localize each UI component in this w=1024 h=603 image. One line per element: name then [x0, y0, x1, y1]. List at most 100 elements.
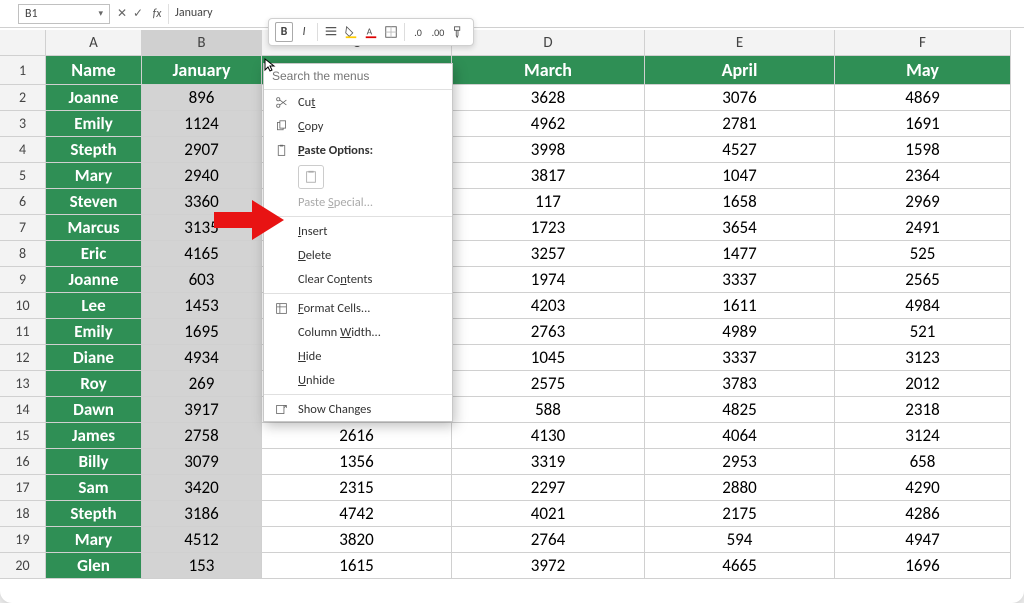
- name-cell[interactable]: Emily: [46, 319, 142, 345]
- row-header[interactable]: 19: [0, 527, 46, 553]
- menu-item-column-width[interactable]: Column Width...: [264, 320, 452, 344]
- data-cell[interactable]: 3420: [142, 475, 262, 501]
- select-all-corner[interactable]: [0, 30, 46, 56]
- row-header[interactable]: 4: [0, 137, 46, 163]
- data-cell[interactable]: 3917: [142, 397, 262, 423]
- data-cell[interactable]: 3972: [452, 553, 645, 579]
- data-cell[interactable]: 3337: [645, 267, 835, 293]
- format-painter-button[interactable]: [449, 22, 467, 42]
- spreadsheet-grid[interactable]: 1NameJanuaryMarchAprilMay2Joanne89636283…: [0, 56, 1024, 603]
- decimal-decrease-button[interactable]: .0: [409, 22, 427, 42]
- column-header-B[interactable]: B: [142, 30, 262, 56]
- data-cell[interactable]: 3337: [645, 345, 835, 371]
- data-cell[interactable]: 603: [142, 267, 262, 293]
- row-header[interactable]: 17: [0, 475, 46, 501]
- data-cell[interactable]: 1598: [835, 137, 1011, 163]
- row-header[interactable]: 15: [0, 423, 46, 449]
- data-cell[interactable]: 1477: [645, 241, 835, 267]
- header-cell[interactable]: May: [835, 56, 1011, 85]
- data-cell[interactable]: 1356: [262, 449, 452, 475]
- align-button[interactable]: [322, 22, 340, 42]
- row-header[interactable]: 3: [0, 111, 46, 137]
- data-cell[interactable]: 2763: [452, 319, 645, 345]
- name-cell[interactable]: James: [46, 423, 142, 449]
- menu-item-show-changes[interactable]: Show Changes: [264, 397, 452, 421]
- data-cell[interactable]: 4665: [645, 553, 835, 579]
- data-cell[interactable]: 4947: [835, 527, 1011, 553]
- name-cell[interactable]: Diane: [46, 345, 142, 371]
- data-cell[interactable]: 3998: [452, 137, 645, 163]
- data-cell[interactable]: 2315: [262, 475, 452, 501]
- data-cell[interactable]: 521: [835, 319, 1011, 345]
- menu-item-clear-contents[interactable]: Clear Contents: [264, 267, 452, 291]
- data-cell[interactable]: 4064: [645, 423, 835, 449]
- cancel-formula-icon[interactable]: ✕: [114, 6, 130, 21]
- row-header[interactable]: 2: [0, 85, 46, 111]
- name-cell[interactable]: Steven: [46, 189, 142, 215]
- data-cell[interactable]: 2575: [452, 371, 645, 397]
- bold-button[interactable]: B: [275, 22, 293, 42]
- name-cell[interactable]: Stepth: [46, 501, 142, 527]
- data-cell[interactable]: 2940: [142, 163, 262, 189]
- data-cell[interactable]: 3257: [452, 241, 645, 267]
- menu-item-insert[interactable]: Insert: [264, 219, 452, 243]
- data-cell[interactable]: 4984: [835, 293, 1011, 319]
- data-cell[interactable]: 4825: [645, 397, 835, 423]
- name-cell[interactable]: Glen: [46, 553, 142, 579]
- data-cell[interactable]: 1723: [452, 215, 645, 241]
- name-cell[interactable]: Stepth: [46, 137, 142, 163]
- data-cell[interactable]: 2781: [645, 111, 835, 137]
- borders-button[interactable]: [382, 22, 400, 42]
- data-cell[interactable]: 2953: [645, 449, 835, 475]
- chevron-down-icon[interactable]: ▾: [98, 8, 103, 19]
- data-cell[interactable]: 4989: [645, 319, 835, 345]
- data-cell[interactable]: 2297: [452, 475, 645, 501]
- data-cell[interactable]: 1453: [142, 293, 262, 319]
- data-cell[interactable]: 4130: [452, 423, 645, 449]
- row-header[interactable]: 13: [0, 371, 46, 397]
- name-cell[interactable]: Sam: [46, 475, 142, 501]
- column-header-F[interactable]: F: [835, 30, 1011, 56]
- data-cell[interactable]: 4512: [142, 527, 262, 553]
- data-cell[interactable]: 896: [142, 85, 262, 111]
- name-cell[interactable]: Lee: [46, 293, 142, 319]
- data-cell[interactable]: 2880: [645, 475, 835, 501]
- data-cell[interactable]: 594: [645, 527, 835, 553]
- data-cell[interactable]: 658: [835, 449, 1011, 475]
- menu-search-input[interactable]: [272, 69, 444, 83]
- data-cell[interactable]: 1696: [835, 553, 1011, 579]
- data-cell[interactable]: 2907: [142, 137, 262, 163]
- decimal-increase-button[interactable]: .00: [429, 22, 447, 42]
- data-cell[interactable]: 2764: [452, 527, 645, 553]
- data-cell[interactable]: 2175: [645, 501, 835, 527]
- data-cell[interactable]: 4869: [835, 85, 1011, 111]
- menu-item-hide[interactable]: Hide: [264, 344, 452, 368]
- name-cell[interactable]: Dawn: [46, 397, 142, 423]
- font-color-button[interactable]: A: [362, 22, 380, 42]
- row-header[interactable]: 9: [0, 267, 46, 293]
- data-cell[interactable]: 3628: [452, 85, 645, 111]
- row-header[interactable]: 16: [0, 449, 46, 475]
- menu-item-copy[interactable]: Copy: [264, 114, 452, 138]
- data-cell[interactable]: 3820: [262, 527, 452, 553]
- data-cell[interactable]: 525: [835, 241, 1011, 267]
- menu-item-unhide[interactable]: Unhide: [264, 368, 452, 392]
- data-cell[interactable]: 4527: [645, 137, 835, 163]
- data-cell[interactable]: 2969: [835, 189, 1011, 215]
- data-cell[interactable]: 2012: [835, 371, 1011, 397]
- data-cell[interactable]: 117: [452, 189, 645, 215]
- menu-item-cut[interactable]: Cut: [264, 90, 452, 114]
- row-header[interactable]: 12: [0, 345, 46, 371]
- data-cell[interactable]: 1691: [835, 111, 1011, 137]
- paste-option-default[interactable]: [298, 165, 324, 189]
- row-header[interactable]: 18: [0, 501, 46, 527]
- data-cell[interactable]: 1611: [645, 293, 835, 319]
- fx-icon[interactable]: fx: [146, 7, 168, 21]
- fill-color-button[interactable]: [342, 22, 360, 42]
- data-cell[interactable]: 2565: [835, 267, 1011, 293]
- menu-item-delete[interactable]: Delete: [264, 243, 452, 267]
- data-cell[interactable]: 153: [142, 553, 262, 579]
- italic-button[interactable]: I: [295, 22, 313, 42]
- row-header[interactable]: 8: [0, 241, 46, 267]
- data-cell[interactable]: 588: [452, 397, 645, 423]
